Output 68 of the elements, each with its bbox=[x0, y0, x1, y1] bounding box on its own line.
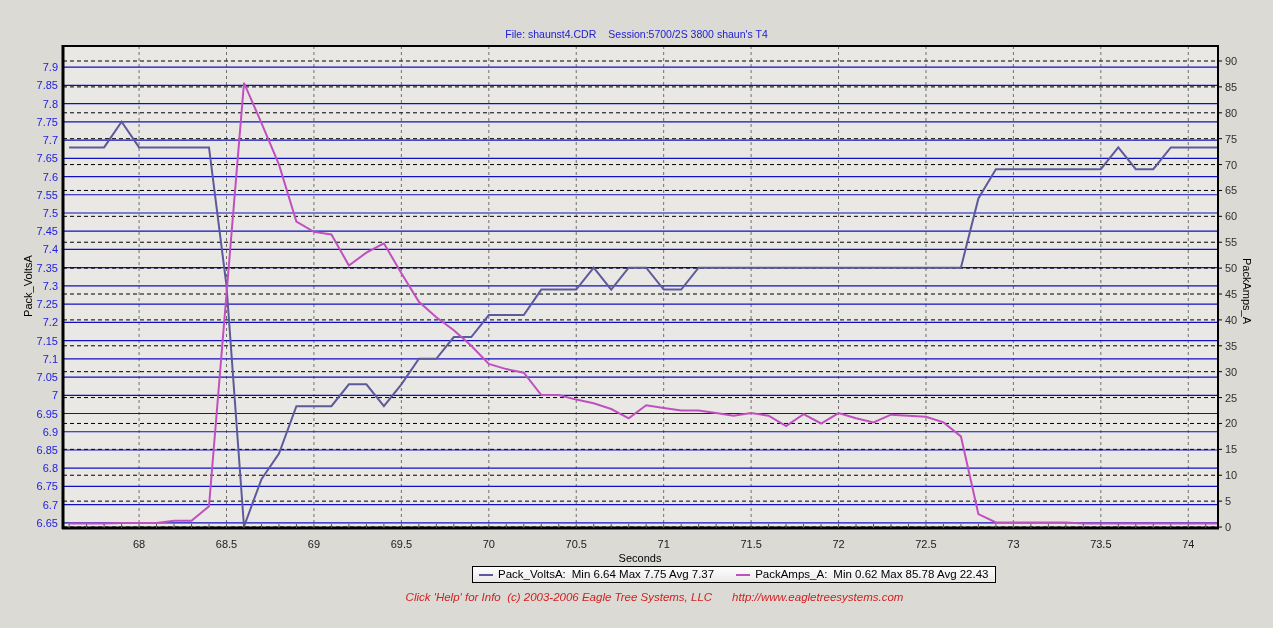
session-info: Session:5700/2S 3800 shaun's T4 bbox=[608, 27, 768, 41]
tick-label: 7.8 bbox=[42, 97, 58, 110]
tick-label: 90 bbox=[1225, 55, 1238, 67]
tick-label: 68 bbox=[132, 538, 146, 550]
tick-label: 73 bbox=[1007, 538, 1020, 550]
legend-label: PackAmps_A: bbox=[755, 566, 828, 582]
tick-label: 7.85 bbox=[36, 79, 58, 92]
tick-label: 7.35 bbox=[36, 261, 58, 274]
tick-label: 7.5 bbox=[42, 207, 58, 219]
tick-label: 71.5 bbox=[740, 538, 762, 550]
legend-stats: Min 0.62 Max 85.78 Avg 22.43 bbox=[833, 566, 989, 582]
tick-label: 7 bbox=[51, 389, 58, 402]
tick-label: 7.05 bbox=[36, 371, 58, 384]
tick-label: 45 bbox=[1225, 288, 1238, 300]
file-name: File: shaunst4.CDR bbox=[505, 27, 597, 41]
tick-label: 72.5 bbox=[915, 538, 937, 550]
tick-label: 7.55 bbox=[36, 188, 58, 201]
tick-label: 6.8 bbox=[42, 462, 58, 475]
tick-label: 65 bbox=[1225, 184, 1238, 197]
tick-label: 0 bbox=[1225, 521, 1232, 533]
legend-label: Pack_VoltsA: bbox=[498, 566, 566, 582]
tick-label: 60 bbox=[1225, 210, 1238, 223]
tick-label: 6.9 bbox=[42, 425, 58, 438]
tick-label: 6.65 bbox=[36, 516, 58, 529]
tick-label: 7.25 bbox=[36, 298, 58, 311]
tick-label: 35 bbox=[1225, 339, 1238, 352]
copyright-notice: Click 'Help' for Info (c) 2003-2006 Eagle Tree Systems, LLC bbox=[405, 590, 713, 605]
tick-label: 70.5 bbox=[565, 538, 587, 550]
axis-title: Pack_VoltsA bbox=[22, 255, 34, 317]
tick-label: 7.7 bbox=[42, 134, 58, 147]
tick-label: 15 bbox=[1225, 443, 1238, 456]
tick-label: 25 bbox=[1225, 391, 1238, 404]
tick-label: 69 bbox=[307, 538, 321, 550]
tick-label: 7.2 bbox=[42, 316, 58, 329]
tick-label: 7.45 bbox=[36, 225, 58, 238]
axis-title: Seconds bbox=[618, 552, 662, 564]
tick-label: 7.75 bbox=[36, 115, 58, 128]
tick-label: 7.1 bbox=[42, 352, 58, 365]
tick-label: 70 bbox=[1225, 158, 1238, 171]
tick-label: 85 bbox=[1225, 80, 1238, 93]
tick-label: 30 bbox=[1225, 365, 1238, 378]
tick-label: 73.5 bbox=[1090, 538, 1112, 550]
tick-label: 6.7 bbox=[42, 498, 58, 511]
tick-label: 72 bbox=[832, 538, 845, 550]
tick-label: 7.6 bbox=[42, 170, 58, 183]
tick-label: 55 bbox=[1225, 236, 1238, 249]
tick-label: 71 bbox=[657, 538, 670, 550]
tick-label: 7.9 bbox=[42, 61, 58, 74]
tick-label: 75 bbox=[1225, 132, 1238, 145]
tick-label: 7.15 bbox=[36, 334, 58, 347]
tick-label: 69.5 bbox=[390, 538, 413, 550]
tick-label: 6.95 bbox=[36, 407, 58, 420]
legend-stats: Min 6.64 Max 7.75 Avg 7.37 bbox=[571, 566, 715, 582]
tick-label: 50 bbox=[1225, 262, 1238, 275]
tick-label: 6.75 bbox=[36, 480, 58, 493]
tick-label: 7.3 bbox=[42, 279, 58, 292]
tick-label: 7.4 bbox=[42, 243, 58, 256]
tick-label: 74 bbox=[1182, 538, 1195, 550]
tick-label: 70 bbox=[482, 538, 495, 550]
tick-label: 80 bbox=[1225, 106, 1238, 119]
tick-label: 40 bbox=[1225, 313, 1238, 326]
tick-label: 6.85 bbox=[36, 444, 58, 456]
tick-label: 68.5 bbox=[215, 538, 238, 550]
axis-title: PackAmps_A bbox=[1241, 258, 1253, 324]
tick-label: 10 bbox=[1225, 469, 1238, 482]
tick-label: 5 bbox=[1225, 495, 1232, 508]
tick-label: 7.65 bbox=[36, 152, 58, 165]
tick-label: 20 bbox=[1225, 417, 1238, 430]
